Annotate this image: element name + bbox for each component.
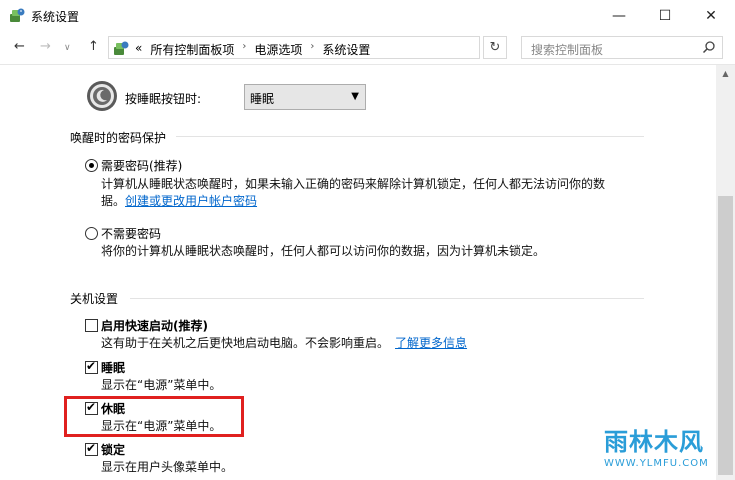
control-panel-icon [114, 41, 129, 55]
watermark-url: WWW.YLMFU.COM [604, 458, 709, 469]
navigation-bar: ← → ∨ ↑ « 所有控制面板项 › 电源选项 › 系统设置 ∨ ↻ 搜索控制… [0, 31, 735, 64]
forward-button[interactable]: → [40, 39, 51, 54]
address-bar[interactable]: « 所有控制面板项 › 电源选项 › 系统设置 [108, 36, 480, 59]
no-password-radio[interactable] [85, 227, 98, 240]
no-password-desc: 将你的计算机从睡眠状态唤醒时，任何人都可以访问你的数据，因为计算机未锁定。 [101, 244, 546, 258]
close-button[interactable]: ✕ [688, 0, 734, 31]
fast-startup-desc: 这有助于在关机之后更快地启动电脑。不会影响重启。 了解更多信息 [101, 334, 467, 353]
recent-locations-button[interactable]: ∨ [64, 43, 71, 53]
require-password-desc-line2: 据。创建或更改用户帐户密码 [101, 192, 257, 211]
hibernate-highlight-box [64, 396, 244, 437]
password-section-title: 唤醒时的密码保护 [70, 131, 167, 145]
search-icon[interactable] [702, 40, 716, 54]
breadcrumb-separator[interactable]: › [242, 41, 246, 58]
watermark-logo: 雨林木风 WWW.YLMFU.COM [596, 418, 732, 478]
sleep-checkbox[interactable] [85, 359, 98, 374]
refresh-button[interactable]: ↻ [483, 36, 507, 59]
require-password-desc-tail: 据。 [101, 194, 126, 208]
lock-label[interactable]: 锁定 [101, 441, 125, 458]
back-button[interactable]: ← [14, 39, 25, 54]
fast-startup-checkbox[interactable] [85, 319, 98, 332]
search-input[interactable]: 搜索控制面板 [531, 41, 603, 58]
breadcrumb: « 所有控制面板项 › 电源选项 › 系统设置 [135, 41, 370, 58]
breadcrumb-system-settings[interactable]: 系统设置 [322, 41, 370, 58]
shutdown-section-title: 关机设置 [70, 292, 119, 306]
sleep-label[interactable]: 睡眠 [101, 359, 125, 376]
title-bar: 系统设置 — ☐ ✕ [0, 0, 735, 31]
no-password-label[interactable]: 不需要密码 [101, 225, 161, 242]
window-title: 系统设置 [31, 10, 80, 24]
chevron-down-icon: ▼ [351, 91, 359, 102]
minimize-button[interactable]: — [596, 0, 642, 31]
lock-desc: 显示在用户头像菜单中。 [101, 460, 234, 474]
search-box[interactable]: 搜索控制面板 [521, 36, 723, 59]
require-password-radio[interactable] [85, 159, 98, 172]
watermark-text: 雨林木风 [604, 428, 704, 456]
sleep-button-icon [87, 81, 117, 111]
fast-startup-desc-text: 这有助于在关机之后更快地启动电脑。不会影响重启。 [101, 336, 390, 350]
power-options-icon [10, 8, 25, 22]
learn-more-link[interactable]: 了解更多信息 [395, 336, 467, 350]
breadcrumb-separator[interactable]: › [310, 41, 314, 58]
breadcrumb-overflow[interactable]: « [135, 41, 142, 58]
up-button[interactable]: ↑ [88, 39, 99, 54]
scroll-up-arrow[interactable]: ▲ [716, 65, 735, 82]
maximize-button[interactable]: ☐ [642, 0, 688, 31]
sleep-button-action-value: 睡眠 [250, 92, 275, 106]
sleep-desc: 显示在“电源”菜单中。 [101, 378, 222, 392]
change-password-link[interactable]: 创建或更改用户帐户密码 [125, 194, 257, 208]
require-password-label[interactable]: 需要密码(推荐) [101, 157, 182, 174]
password-section-divider [176, 136, 644, 137]
lock-checkbox[interactable] [85, 441, 98, 456]
shutdown-section-divider [130, 298, 644, 299]
breadcrumb-power-options[interactable]: 电源选项 [254, 41, 302, 58]
breadcrumb-all-items[interactable]: 所有控制面板项 [150, 41, 234, 58]
sleep-button-action-select[interactable]: 睡眠 ▼ [244, 84, 366, 110]
sleep-button-label: 按睡眠按钮时: [125, 92, 202, 106]
fast-startup-label[interactable]: 启用快速启动(推荐) [101, 317, 208, 334]
